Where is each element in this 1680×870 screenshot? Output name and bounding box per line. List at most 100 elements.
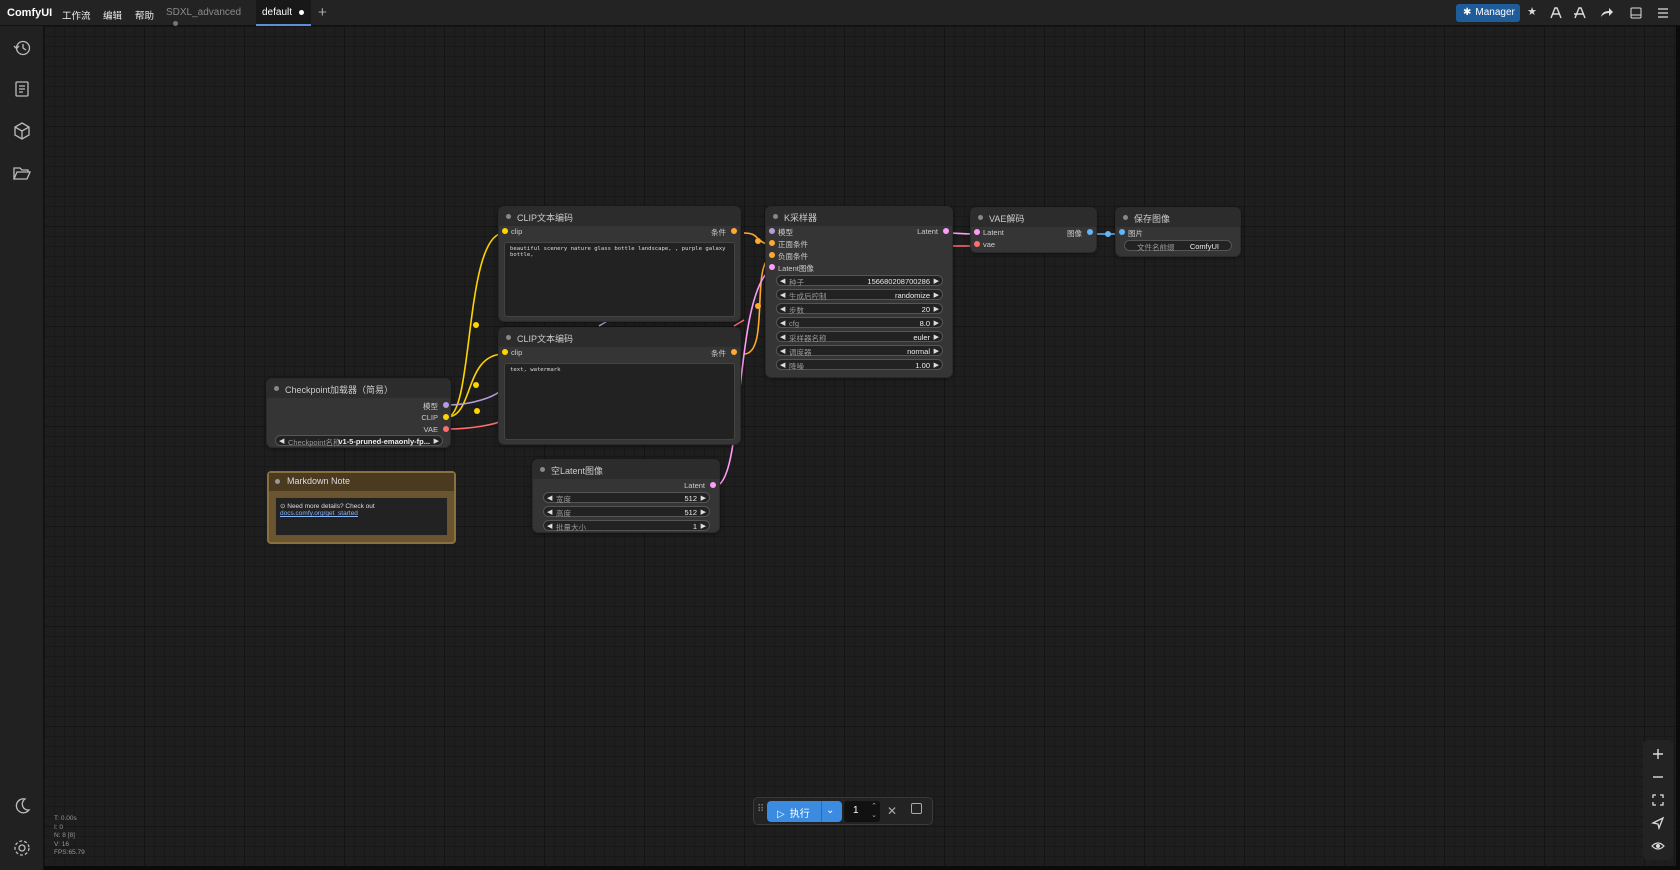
sampler-name-widget[interactable]: ◀ 采样器名称 euler ▶ — [776, 331, 943, 343]
decrement-arrow-icon[interactable]: ◀ — [547, 508, 552, 516]
stepper-arrows-icon[interactable]: ⌃ ⌄ — [871, 802, 877, 820]
node-title[interactable]: Checkpoint加载器（简易） — [267, 379, 450, 398]
clip-output-dot[interactable] — [443, 414, 449, 420]
decrement-arrow-icon[interactable]: ◀ — [780, 319, 785, 327]
menu-workflow[interactable]: 工作流 — [62, 8, 91, 22]
prompt-textarea[interactable]: beautiful scenery nature glass bottle la… — [504, 242, 735, 317]
star-icon[interactable]: ★ — [1524, 5, 1540, 21]
ksampler-node[interactable]: K采样器 模型 正面条件 负面条件 Latent图像 Latent ◀ 种子 156… — [765, 206, 953, 378]
increment-arrow-icon[interactable]: ▶ — [934, 277, 939, 285]
prompt-textarea[interactable]: text, watermark — [504, 363, 735, 440]
zoom-in-icon[interactable] — [1650, 746, 1666, 762]
node-title[interactable]: K采样器 — [766, 207, 952, 226]
checkpoint-name-widget[interactable]: ◀ Checkpoint名称 v1-5-pruned-emaonly-fp... ▶ — [275, 435, 443, 447]
manager-button[interactable]: ✱ Manager — [1456, 4, 1520, 22]
node-title[interactable]: 保存图像 — [1116, 208, 1240, 227]
docs-link[interactable]: docs.comfy.org/get_started — [280, 510, 358, 517]
menu-help[interactable]: 帮助 — [135, 8, 154, 22]
run-button[interactable]: ▷ 执行 ⌄ — [767, 801, 842, 822]
model-library-icon[interactable] — [1548, 5, 1564, 21]
vae-output-dot[interactable] — [443, 426, 449, 432]
settings-icon[interactable] — [12, 838, 32, 858]
node-title[interactable]: Markdown Note — [269, 473, 454, 491]
positive-input-dot[interactable] — [769, 240, 775, 246]
graph-canvas[interactable]: CLIP文本编码 clip 条件 beautiful scenery natur… — [44, 26, 1676, 866]
clip-input-dot[interactable] — [502, 349, 508, 355]
cfg-widget[interactable]: ◀ cfg 8.0 ▶ — [776, 317, 943, 328]
increment-arrow-icon[interactable]: ▶ — [934, 347, 939, 355]
image-output-dot[interactable] — [1087, 229, 1093, 235]
theme-icon[interactable] — [12, 796, 32, 816]
cancel-icon[interactable]: ✕ — [887, 804, 897, 818]
latent-input-dot[interactable] — [974, 229, 980, 235]
stop-icon[interactable] — [911, 803, 922, 814]
chevron-down-icon[interactable]: ⌄ — [826, 805, 834, 816]
conditioning-output-dot[interactable] — [731, 349, 737, 355]
model-input-dot[interactable] — [769, 228, 775, 234]
node-library-icon[interactable] — [12, 79, 32, 99]
increment-arrow-icon[interactable]: ▶ — [934, 333, 939, 341]
fit-view-icon[interactable] — [1650, 792, 1666, 808]
denoise-widget[interactable]: ◀ 降噪 1.00 ▶ — [776, 359, 943, 371]
decrement-arrow-icon[interactable]: ◀ — [547, 522, 552, 530]
conditioning-output-dot[interactable] — [731, 228, 737, 234]
note-body[interactable]: ⊙ Need more details? Check out docs.comf… — [275, 497, 448, 536]
increment-arrow-icon[interactable]: ▶ — [701, 494, 706, 502]
node-title[interactable]: 空Latent图像 — [533, 460, 719, 479]
filename-prefix-widget[interactable]: 文件名前缀 ComfyUI — [1124, 240, 1232, 252]
seed-widget[interactable]: ◀ 种子 156680208700286 ▶ — [776, 275, 943, 287]
decrement-arrow-icon[interactable]: ◀ — [780, 277, 785, 285]
tab-default[interactable]: default — [256, 0, 311, 26]
increment-arrow-icon[interactable]: ▶ — [701, 508, 706, 516]
decrement-arrow-icon[interactable]: ◀ — [547, 494, 552, 502]
share-icon[interactable] — [1598, 5, 1614, 21]
increment-arrow-icon[interactable]: ▶ — [934, 319, 939, 327]
increment-arrow-icon[interactable]: ▶ — [434, 437, 439, 445]
workflows-icon[interactable] — [12, 163, 32, 183]
decrement-arrow-icon[interactable]: ◀ — [780, 347, 785, 355]
decrement-arrow-icon[interactable]: ◀ — [780, 305, 785, 313]
model-library-icon[interactable] — [12, 121, 32, 141]
increment-arrow-icon[interactable]: ▶ — [934, 305, 939, 313]
tab-sdxl-advanced[interactable]: SDXL_advanced — [158, 0, 252, 26]
latent-output-dot[interactable] — [710, 482, 716, 488]
clip-text-encode-positive-node[interactable]: CLIP文本编码 clip 条件 beautiful scenery natur… — [498, 206, 741, 322]
vae-decode-node[interactable]: VAE解码 Latent vae 图像 — [970, 207, 1097, 253]
menu-icon[interactable] — [1655, 5, 1671, 21]
node-title[interactable]: CLIP文本编码 — [499, 328, 740, 347]
new-tab-icon[interactable]: + — [318, 4, 327, 21]
vae-input-dot[interactable] — [974, 241, 980, 247]
node-library-icon[interactable] — [1572, 5, 1588, 21]
steps-widget[interactable]: ◀ 步数 20 ▶ — [776, 303, 943, 315]
panel-toggle-icon[interactable] — [1628, 5, 1644, 21]
batch-count-input[interactable]: 1 ⌃ ⌄ — [844, 801, 880, 822]
drag-handle-icon[interactable]: ⠿ — [757, 804, 764, 815]
latent-input-dot[interactable] — [769, 264, 775, 270]
zoom-out-icon[interactable] — [1650, 769, 1666, 785]
scheduler-widget[interactable]: ◀ 调度器 normal ▶ — [776, 345, 943, 357]
decrement-arrow-icon[interactable]: ◀ — [279, 437, 284, 445]
latent-output-dot[interactable] — [943, 228, 949, 234]
markdown-note-node[interactable]: Markdown Note ⊙ Need more details? Check… — [267, 471, 456, 544]
node-title[interactable]: VAE解码 — [971, 208, 1096, 227]
save-image-node[interactable]: 保存图像 图片 文件名前缀 ComfyUI — [1115, 207, 1241, 257]
menu-edit[interactable]: 编辑 — [103, 8, 122, 22]
select-mode-icon[interactable] — [1650, 815, 1666, 831]
control-after-generate-widget[interactable]: ◀ 生成后控制 randomize ▶ — [776, 289, 943, 301]
decrement-arrow-icon[interactable]: ◀ — [780, 291, 785, 299]
checkpoint-loader-node[interactable]: Checkpoint加载器（简易） 模型 CLIP VAE ◀ Checkpoin… — [266, 378, 451, 448]
batch-size-widget[interactable]: ◀ 批量大小 1 ▶ — [543, 520, 710, 532]
clip-input-dot[interactable] — [502, 228, 508, 234]
increment-arrow-icon[interactable]: ▶ — [934, 291, 939, 299]
decrement-arrow-icon[interactable]: ◀ — [780, 361, 785, 369]
toggle-link-visibility-icon[interactable] — [1650, 838, 1666, 854]
height-widget[interactable]: ◀ 高度 512 ▶ — [543, 506, 710, 518]
width-widget[interactable]: ◀ 宽度 512 ▶ — [543, 492, 710, 504]
clip-text-encode-negative-node[interactable]: CLIP文本编码 clip 条件 text, watermark — [498, 327, 741, 445]
increment-arrow-icon[interactable]: ▶ — [701, 522, 706, 530]
decrement-arrow-icon[interactable]: ◀ — [780, 333, 785, 341]
history-icon[interactable] — [12, 38, 32, 58]
empty-latent-image-node[interactable]: 空Latent图像 Latent ◀ 宽度 512 ▶ ◀ 高度 512 ▶ ◀ 批量大小 1 ▶ — [532, 459, 720, 533]
increment-arrow-icon[interactable]: ▶ — [934, 361, 939, 369]
model-output-dot[interactable] — [443, 402, 449, 408]
